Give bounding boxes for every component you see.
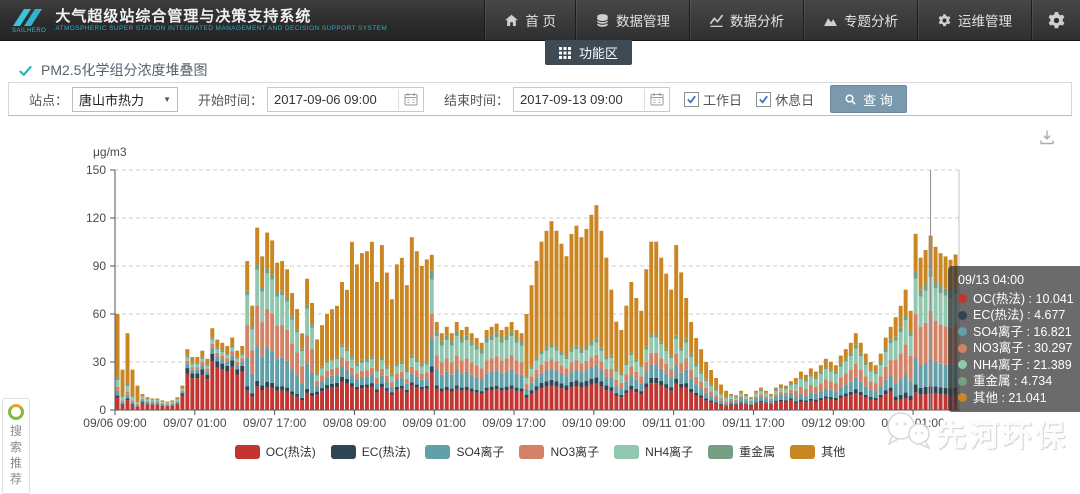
site-label: 站点： (29, 90, 68, 109)
legend-swatch (235, 445, 260, 459)
svg-text:09/07 01:00: 09/07 01:00 (163, 416, 227, 430)
restday-label: 休息日 (775, 90, 814, 109)
download-icon[interactable] (1038, 128, 1058, 148)
nav-item-1[interactable]: 数据管理 (575, 0, 689, 40)
nav-item-3[interactable]: 专题分析 (803, 0, 917, 40)
svg-text:90: 90 (93, 259, 107, 273)
search-recommend-widget[interactable]: 搜索推荐 (2, 398, 30, 494)
browser-plugin-icon (8, 404, 24, 420)
page-title-row: PM2.5化学组分浓度堆叠图 (18, 60, 207, 80)
legend-item-6[interactable]: 其他 (790, 443, 845, 460)
submenu-function-area[interactable]: 功能区 (545, 40, 632, 65)
sailhero-logo-icon: SAILHERO (12, 7, 46, 34)
workday-checkbox[interactable]: 工作日 (684, 90, 742, 109)
settings-gear-button[interactable] (1031, 0, 1080, 40)
legend-item-4[interactable]: NH4离子 (614, 443, 693, 460)
gear-icon (937, 13, 952, 28)
legend-swatch (708, 445, 733, 459)
legend-item-1[interactable]: EC(热法) (331, 443, 411, 460)
svg-text:09/07 17:00: 09/07 17:00 (243, 416, 307, 430)
calendar-icon[interactable] (398, 89, 423, 110)
svg-text:0: 0 (99, 403, 106, 417)
logo-text: SAILHERO (12, 28, 46, 34)
restday-checkbox[interactable]: 休息日 (756, 90, 814, 109)
end-time-field (513, 87, 670, 112)
legend-swatch (614, 445, 639, 459)
query-button[interactable]: 查 询 (830, 85, 907, 113)
home-icon (504, 13, 519, 28)
start-time-field (267, 87, 424, 112)
search-icon (844, 93, 857, 106)
workday-label: 工作日 (703, 90, 742, 109)
svg-text:09/09 17:00: 09/09 17:00 (482, 416, 546, 430)
nav-item-2[interactable]: 数据分析 (689, 0, 803, 40)
search-recommend-label: 搜索推荐 (9, 423, 23, 487)
svg-text:09/11 17:00: 09/11 17:00 (722, 416, 785, 430)
gear-icon (1046, 10, 1066, 30)
area-chart-icon (823, 13, 838, 28)
checkbox-checked-icon (684, 92, 699, 107)
y-axis-unit-label: μg/m3 (93, 145, 127, 159)
legend-item-3[interactable]: NO3离子 (519, 443, 599, 460)
calendar-icon[interactable] (644, 89, 669, 110)
legend-swatch (519, 445, 544, 459)
check-icon (18, 63, 33, 78)
bars-group[interactable] (116, 205, 958, 410)
site-select[interactable]: 唐山市热力 ▼ (72, 87, 178, 112)
main-nav: 首 页数据管理数据分析专题分析运维管理 (484, 0, 1080, 40)
legend-item-5[interactable]: 重金属 (708, 443, 775, 460)
svg-text:150: 150 (86, 163, 106, 177)
app-title: 大气超级站综合管理与决策支持系统 (55, 8, 387, 25)
grid-icon (559, 47, 571, 59)
filter-bar: 站点： 唐山市热力 ▼ 开始时间： 结束时间： 工作日 (8, 82, 1072, 116)
line-chart-icon (709, 13, 724, 28)
svg-text:09/06 09:00: 09/06 09:00 (83, 416, 147, 430)
nav-item-0[interactable]: 首 页 (484, 0, 575, 40)
svg-text:30: 30 (93, 355, 107, 369)
svg-text:120: 120 (86, 211, 106, 225)
svg-text:60: 60 (93, 307, 107, 321)
svg-text:09/11 01:00: 09/11 01:00 (642, 416, 705, 430)
svg-text:09/08 09:00: 09/08 09:00 (323, 416, 387, 430)
legend-item-0[interactable]: OC(热法) (235, 443, 316, 460)
legend-swatch (331, 445, 356, 459)
chat-bubbles-icon (884, 408, 936, 457)
top-navbar: SAILHERO 大气超级站综合管理与决策支持系统 ATMOSPHERIC SU… (0, 0, 1080, 41)
query-button-label: 查 询 (863, 90, 893, 109)
svg-text:09/09 01:00: 09/09 01:00 (403, 416, 467, 430)
checkbox-checked-icon (756, 92, 771, 107)
submenu-label: 功能区 (579, 43, 618, 62)
watermark: 先河环保 (884, 408, 1068, 457)
legend-swatch (425, 445, 450, 459)
start-time-label: 开始时间： (198, 90, 263, 109)
chevron-down-icon: ▼ (163, 95, 171, 104)
svg-text:09/12 09:00: 09/12 09:00 (802, 416, 866, 430)
nav-item-4[interactable]: 运维管理 (917, 0, 1031, 40)
legend-item-2[interactable]: SO4离子 (425, 443, 504, 460)
watermark-text: 先河环保 (936, 411, 1068, 455)
site-select-value: 唐山市热力 (79, 90, 144, 109)
page-title: PM2.5化学组分浓度堆叠图 (41, 60, 207, 80)
end-time-input[interactable] (514, 89, 644, 110)
app-subtitle: ATMOSPHERIC SUPER STATION INTEGRATED MAN… (55, 25, 387, 33)
legend-swatch (790, 445, 815, 459)
database-icon (595, 13, 610, 28)
svg-text:09/10 09:00: 09/10 09:00 (562, 416, 626, 430)
app-logo: SAILHERO 大气超级站综合管理与决策支持系统 ATMOSPHERIC SU… (12, 7, 387, 34)
end-time-label: 结束时间： (444, 90, 509, 109)
start-time-input[interactable] (268, 89, 398, 110)
